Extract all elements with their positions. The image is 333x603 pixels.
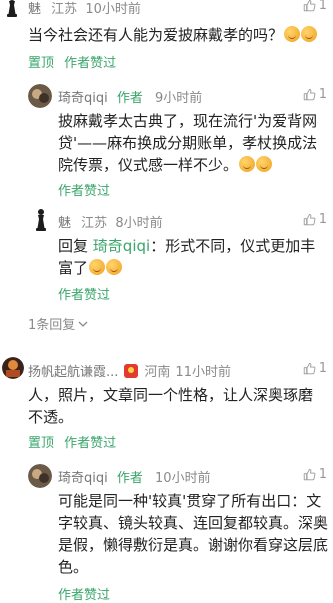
author-tag: 作者 <box>116 91 143 106</box>
like-count: 1 <box>318 87 327 102</box>
comment-text: 可能是同一种'较真'贯穿了所有出口：文字较真、镜头较真、连回复都较真。深奥是假，… <box>58 492 329 576</box>
pin-badge: 置顶 <box>28 56 55 71</box>
username[interactable]: 魅 <box>28 2 41 17</box>
like-button[interactable]: 1 <box>303 361 327 376</box>
comment-meta: 魅 江苏 8小时前 <box>58 212 163 231</box>
chess-piece-icon <box>33 208 49 234</box>
location: 河南 <box>144 365 171 380</box>
timestamp: 10小时前 <box>155 471 211 486</box>
thumb-up-icon <box>303 213 316 226</box>
chevron-down-icon <box>78 321 88 327</box>
comment-meta: 琦奇qiqi 作者 9小时前 <box>58 87 202 106</box>
location: 江苏 <box>51 2 78 17</box>
author-liked-badge: 作者赞过 <box>64 56 117 71</box>
grimace-emoji-icon <box>239 156 256 172</box>
timestamp: 8小时前 <box>115 216 163 231</box>
chess-piece-icon <box>4 0 20 20</box>
avatar[interactable] <box>2 357 24 379</box>
grimace-emoji-icon <box>284 26 301 42</box>
timestamp: 9小时前 <box>155 91 203 106</box>
location: 江苏 <box>81 216 108 231</box>
reply-prefix: 回复 <box>58 237 89 255</box>
like-count: 1 <box>318 467 327 482</box>
grimace-emoji-icon <box>301 26 318 42</box>
timestamp: 11小时前 <box>175 365 231 380</box>
comment-text: 人，照片，文章同一个性格，让人深奥琢磨不透。 <box>28 386 314 426</box>
grimace-emoji-icon <box>256 156 273 172</box>
author-liked-badge: 作者赞过 <box>64 436 117 451</box>
like-count: 1 <box>318 0 327 13</box>
medal-icon <box>124 363 139 378</box>
like-button[interactable]: 1 <box>303 467 327 482</box>
avatar-image <box>2 357 24 379</box>
avatar-image <box>28 84 52 108</box>
comment-badges: 置顶 作者赞过 <box>28 52 116 71</box>
like-button[interactable]: 1 <box>303 212 327 227</box>
timestamp: 10小时前 <box>85 2 141 17</box>
like-count: 1 <box>318 212 327 227</box>
like-count: 1 <box>318 361 327 376</box>
pin-badge: 置顶 <box>28 436 55 451</box>
thumb-up-icon <box>303 468 316 481</box>
avatar[interactable] <box>4 0 20 20</box>
comment-meta: 琦奇qiqi 作者 10小时前 <box>58 467 211 486</box>
username[interactable]: 琦奇qiqi <box>58 91 108 106</box>
username[interactable]: 魅 <box>58 216 71 231</box>
like-button[interactable]: 1 <box>303 87 327 102</box>
thumb-up-icon <box>303 0 316 12</box>
author-liked-badge: 作者赞过 <box>58 288 111 303</box>
avatar-image <box>28 464 52 488</box>
avatar[interactable] <box>28 84 52 108</box>
comment-text: 披麻戴孝太古典了，现在流行'为爱背网贷'——麻布换成分期账单，孝杖换成法院传票，… <box>58 112 318 174</box>
comment-meta: 扬帆起航谦霞... 河南 11小时前 <box>28 361 231 380</box>
avatar[interactable] <box>33 208 49 234</box>
collapse-replies-button[interactable]: 1条回复 <box>28 314 88 333</box>
like-button[interactable]: 1 <box>303 0 327 13</box>
author-liked-badge: 作者赞过 <box>58 588 111 603</box>
avatar[interactable] <box>28 464 52 488</box>
author-liked-badge: 作者赞过 <box>58 184 111 199</box>
username[interactable]: 琦奇qiqi <box>58 471 108 486</box>
thumb-up-icon <box>303 88 316 101</box>
comment-text: 回复 琦奇qiqi：形式不同，仪式更加丰富了 <box>58 237 316 277</box>
comment-badges: 置顶 作者赞过 <box>28 432 116 451</box>
comment-text: 当今社会还有人能为爱披麻戴孝的吗？ <box>28 24 323 46</box>
grimace-emoji-icon <box>89 259 106 275</box>
grimace-emoji-icon <box>106 259 123 275</box>
author-tag: 作者 <box>116 471 143 486</box>
mention-link[interactable]: 琦奇qiqi <box>93 237 150 255</box>
username[interactable]: 扬帆起航谦霞... <box>28 361 118 380</box>
comment-meta: 魅 江苏 10小时前 <box>28 0 141 17</box>
thumb-up-icon <box>303 362 316 375</box>
